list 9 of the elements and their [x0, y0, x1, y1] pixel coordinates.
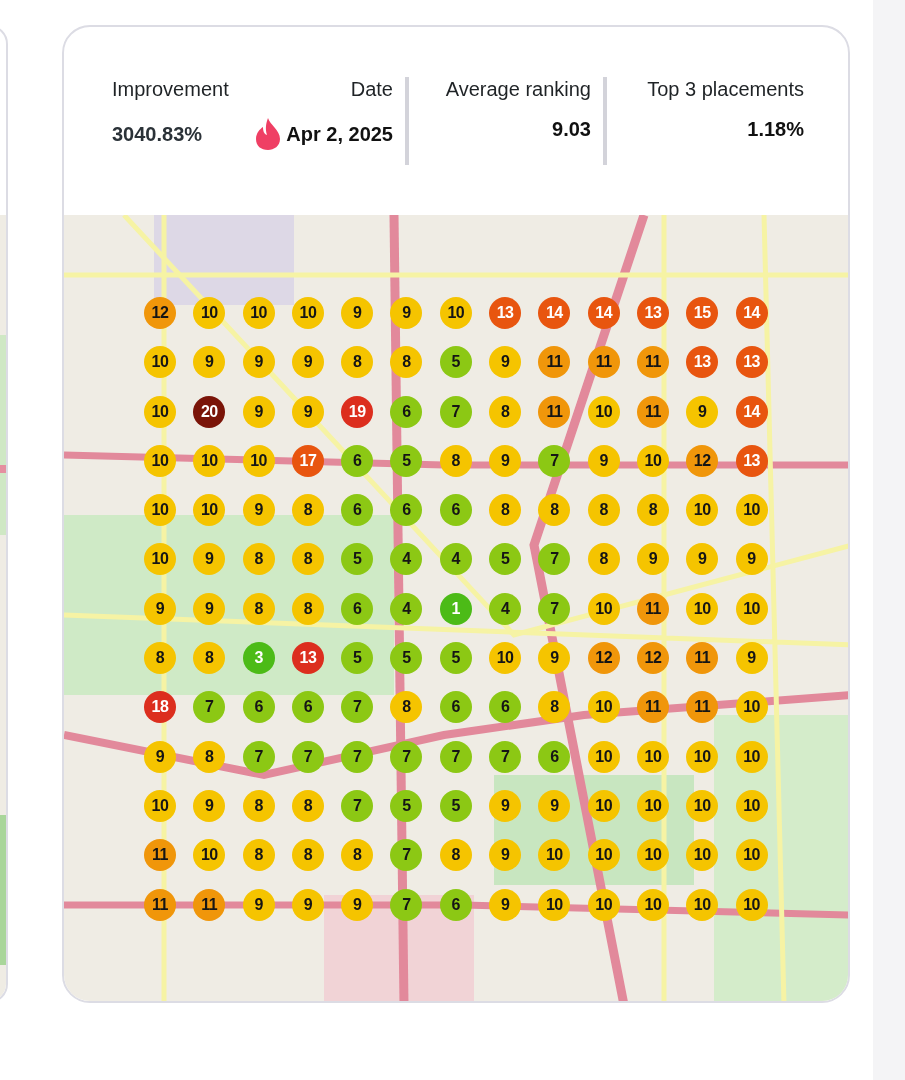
stat-label: Top 3 placements — [647, 77, 804, 101]
improvement-label: Improvement — [112, 77, 229, 101]
date-value: Apr 2, 2025 — [286, 122, 393, 146]
flame-icon — [254, 117, 283, 151]
stat-value: 1.18% — [747, 117, 804, 141]
improvement-value: 3040.83% — [112, 122, 203, 146]
date-label: Date — [350, 77, 393, 101]
stat-value: 9.03 — [552, 117, 591, 141]
stat-label: Average ranking — [445, 77, 591, 101]
